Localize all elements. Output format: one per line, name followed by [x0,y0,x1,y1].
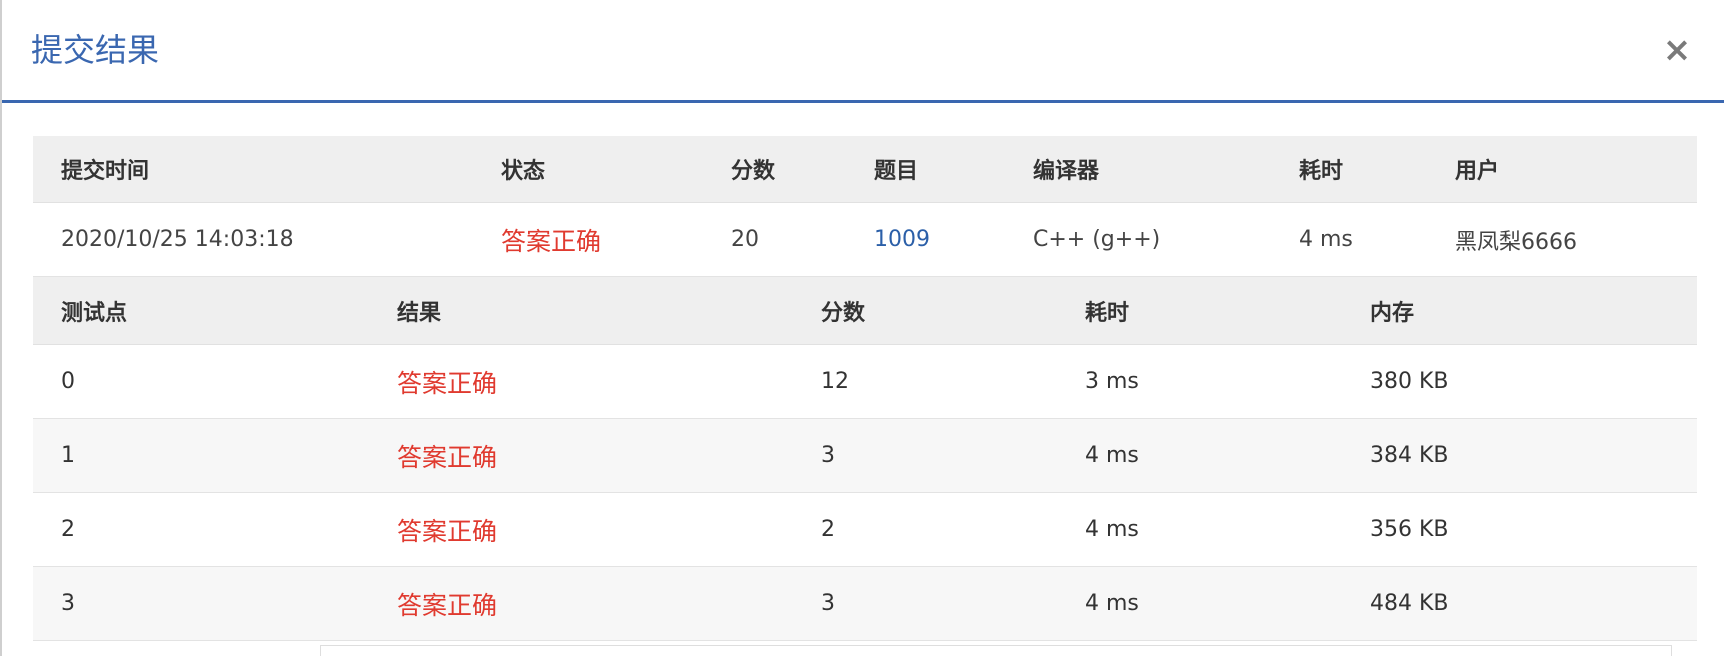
header-result: 结果 [397,300,442,326]
test-point-score: 12 [821,369,849,394]
header-compiler: 编译器 [1033,159,1100,184]
result-content: 提交时间 状态 分数 题目 编译器 耗时 用户 2020/10/25 14:03… [33,136,1697,641]
submission-result-modal: 提交结果 × 提交时间 状态 分数 题目 编译器 耗时 用户 2020/10/2… [0,0,1724,656]
test-point-duration: 4 ms [1085,443,1139,468]
test-point-result: 答案正确 [397,368,498,398]
submission-compiler: C++ (g++) [1033,227,1161,252]
test-point-id: 1 [61,443,75,468]
header-problem: 题目 [874,159,919,184]
test-point-row: 1 答案正确 3 4 ms 384 KB [33,419,1697,493]
problem-link[interactable]: 1009 [874,203,930,276]
test-point-score: 3 [821,443,835,468]
submission-row: 2020/10/25 14:03:18 答案正确 20 1009 C++ (g+… [33,203,1697,277]
modal-header: 提交结果 × [2,0,1724,103]
header-status: 状态 [501,159,546,184]
test-point-memory: 484 KB [1370,591,1449,616]
modal-title: 提交结果 [31,31,160,69]
test-point-duration: 4 ms [1085,517,1139,542]
test-point-result: 答案正确 [397,442,498,472]
test-point-id: 2 [61,517,75,542]
test-point-table-body: 0 答案正确 12 3 ms 380 KB 1 答案正确 3 4 ms 384 … [33,345,1697,641]
header-case-score: 分数 [821,300,866,326]
test-point-header-row: 测试点 结果 分数 耗时 内存 [33,277,1697,345]
submission-time: 2020/10/25 14:03:18 [61,227,294,252]
test-point-row: 3 答案正确 3 4 ms 484 KB [33,567,1697,641]
header-memory: 内存 [1370,300,1415,326]
submission-duration: 4 ms [1299,227,1353,252]
test-point-score: 2 [821,517,835,542]
test-point-row: 2 答案正确 2 4 ms 356 KB [33,493,1697,567]
header-duration: 耗时 [1299,159,1344,184]
header-user: 用户 [1455,159,1500,184]
header-score: 分数 [731,159,776,184]
submission-user: 黑凤梨6666 [1455,229,1577,255]
test-point-memory: 380 KB [1370,369,1449,394]
test-point-memory: 384 KB [1370,443,1449,468]
header-case-duration: 耗时 [1085,300,1130,326]
test-point-memory: 356 KB [1370,517,1449,542]
test-point-result: 答案正确 [397,516,498,546]
header-submit-time: 提交时间 [61,159,150,184]
submission-score: 20 [731,227,759,252]
test-point-duration: 3 ms [1085,369,1139,394]
next-section-edge [320,645,1672,656]
header-test-point: 测试点 [61,300,128,326]
test-point-id: 3 [61,591,75,616]
submission-status: 答案正确 [501,226,602,256]
test-point-row: 0 答案正确 12 3 ms 380 KB [33,345,1697,419]
test-point-id: 0 [61,369,75,394]
submission-header-row: 提交时间 状态 分数 题目 编译器 耗时 用户 [33,136,1697,203]
test-point-duration: 4 ms [1085,591,1139,616]
test-point-score: 3 [821,591,835,616]
close-button[interactable]: × [1660,30,1694,70]
test-point-result: 答案正确 [397,590,498,620]
